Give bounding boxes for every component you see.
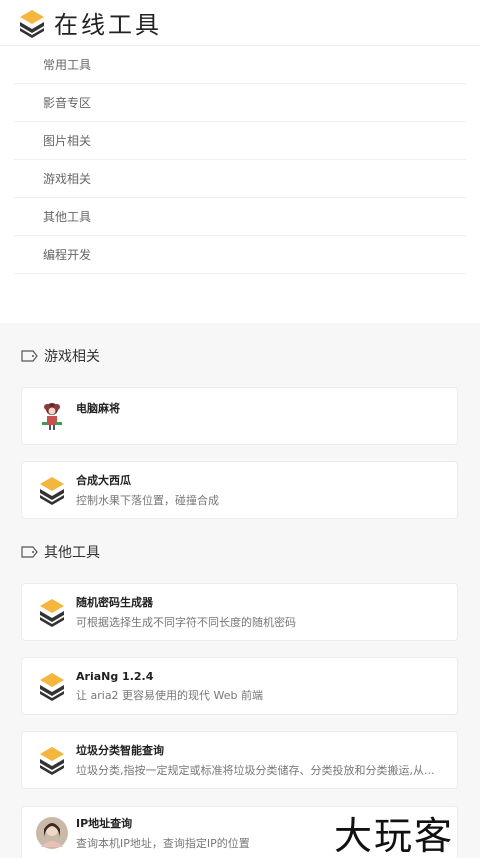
category-nav: 常用工具 影音专区 图片相关 游戏相关 其他工具 编程开发 bbox=[0, 46, 480, 274]
top-panel: 在线工具 常用工具 影音专区 图片相关 游戏相关 其他工具 编程开发 bbox=[0, 0, 480, 323]
card-description: 可根据选择生成不同字符不同长度的随机密码 bbox=[76, 616, 296, 629]
nav-item-common-tools[interactable]: 常用工具 bbox=[14, 46, 466, 84]
nav-item-programming[interactable]: 编程开发 bbox=[14, 236, 466, 274]
layers-logo-icon[interactable] bbox=[18, 8, 46, 38]
card-title: AriaNg 1.2.4 bbox=[76, 669, 154, 683]
tag-icon bbox=[21, 350, 38, 362]
layers-icon bbox=[36, 670, 68, 702]
card-description: 让 aria2 更容易使用的现代 Web 前端 bbox=[76, 688, 264, 702]
layers-icon bbox=[36, 744, 68, 776]
nav-item-images[interactable]: 图片相关 bbox=[14, 122, 466, 160]
watermark: 大玩客 bbox=[334, 814, 455, 858]
section-title-games: 游戏相关 bbox=[0, 346, 100, 366]
card-description: 查询本机IP地址，查询指定IP的位置 bbox=[76, 836, 250, 850]
card-description: 控制水果下落位置，碰撞合成 bbox=[76, 494, 219, 507]
nav-item-label: 其他工具 bbox=[43, 210, 92, 224]
card-title: 随机密码生成器 bbox=[76, 596, 153, 609]
card-title: IP地址查询 bbox=[76, 816, 133, 830]
layers-icon bbox=[36, 474, 68, 506]
tool-card-ariang[interactable]: AriaNg 1.2.4 让 aria2 更容易使用的现代 Web 前端 bbox=[21, 657, 458, 715]
tool-card-watermelon[interactable]: 合成大西瓜 控制水果下落位置，碰撞合成 bbox=[21, 461, 458, 519]
nav-item-games[interactable]: 游戏相关 bbox=[14, 160, 466, 198]
card-description: 垃圾分类,指按一定规定或标准将垃圾分类储存、分类投放和分类搬运,从... bbox=[76, 764, 435, 777]
site-header: 在线工具 bbox=[0, 0, 480, 46]
user-avatar-icon bbox=[36, 816, 68, 849]
card-title: 垃圾分类智能查询 bbox=[76, 744, 164, 757]
nav-item-media[interactable]: 影音专区 bbox=[14, 84, 466, 122]
nav-item-label: 游戏相关 bbox=[43, 172, 92, 186]
card-title: 合成大西瓜 bbox=[76, 474, 131, 487]
site-title[interactable]: 在线工具 bbox=[54, 5, 162, 40]
mahjong-avatar-icon bbox=[36, 400, 68, 432]
tool-card-garbage-sorting[interactable]: 垃圾分类智能查询 垃圾分类,指按一定规定或标准将垃圾分类储存、分类投放和分类搬运… bbox=[21, 731, 458, 789]
section-title-other-tools: 其他工具 bbox=[0, 542, 100, 562]
section-title-text: 其他工具 bbox=[44, 545, 100, 561]
layers-icon bbox=[36, 596, 68, 628]
nav-item-other-tools[interactable]: 其他工具 bbox=[14, 198, 466, 236]
section-title-text: 游戏相关 bbox=[44, 349, 100, 365]
nav-item-label: 编程开发 bbox=[43, 248, 92, 262]
card-title: 电脑麻将 bbox=[76, 402, 120, 415]
tag-icon bbox=[21, 546, 38, 558]
nav-item-label: 图片相关 bbox=[43, 134, 92, 148]
nav-item-label: 常用工具 bbox=[43, 58, 92, 72]
nav-item-label: 影音专区 bbox=[43, 96, 92, 110]
tool-card-password-generator[interactable]: 随机密码生成器 可根据选择生成不同字符不同长度的随机密码 bbox=[21, 583, 458, 641]
tool-card-mahjong[interactable]: 电脑麻将 bbox=[21, 387, 458, 445]
